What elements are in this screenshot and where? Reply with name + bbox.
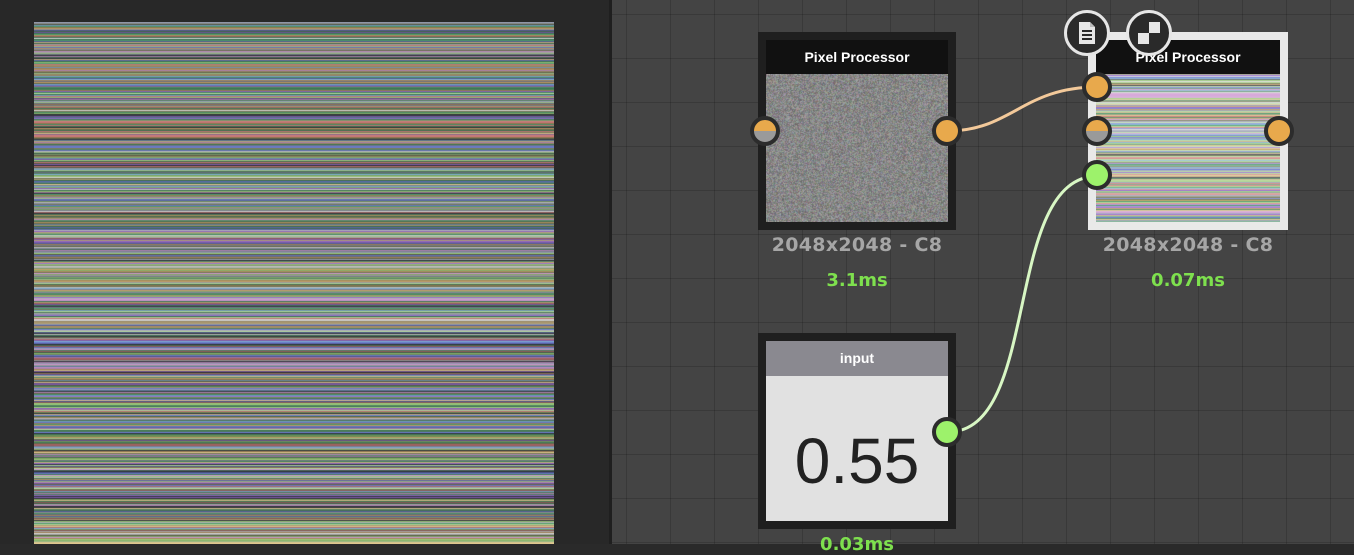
document-icon[interactable] xyxy=(1064,10,1110,56)
texture-preview[interactable] xyxy=(34,22,554,544)
node-compute-time: 3.1ms xyxy=(826,270,888,291)
node-resolution-label: 2048x2048 - C8 xyxy=(1102,234,1274,256)
wire-input-to-pp2 xyxy=(947,174,1099,434)
node-thumbnail xyxy=(766,74,948,222)
input-port-2[interactable] xyxy=(1082,116,1112,146)
output-port[interactable] xyxy=(932,116,962,146)
wire-pp1-to-pp2 xyxy=(946,85,1099,133)
output-port[interactable] xyxy=(932,417,962,447)
node-title: Pixel Processor xyxy=(1096,40,1280,74)
node-title: Pixel Processor xyxy=(766,40,948,74)
input-value-node[interactable]: input 0.55 xyxy=(758,333,956,529)
input-value: 0.55 xyxy=(794,425,920,497)
node-compute-time: 0.07ms xyxy=(1151,270,1225,291)
2d-viewer-panel xyxy=(0,0,612,544)
output-port[interactable] xyxy=(1264,116,1294,146)
node-title: input xyxy=(766,341,948,376)
input-port-1[interactable] xyxy=(1082,72,1112,102)
input-port[interactable] xyxy=(750,116,780,146)
pixel-processor-node-1[interactable]: Pixel Processor xyxy=(758,32,956,230)
node-compute-time: 0.03ms xyxy=(820,534,894,555)
input-port-3[interactable] xyxy=(1082,160,1112,190)
node-thumbnail xyxy=(1096,74,1280,222)
checkerboard-icon[interactable] xyxy=(1126,10,1172,56)
node-graph-canvas[interactable]: Pixel Processor 2048x2048 - C8 3.1ms Pix… xyxy=(612,0,1354,555)
node-resolution-label: 2048x2048 - C8 xyxy=(771,234,943,256)
input-value-display: 0.55 xyxy=(766,376,948,521)
pixel-processor-node-2[interactable]: Pixel Processor xyxy=(1088,32,1288,230)
